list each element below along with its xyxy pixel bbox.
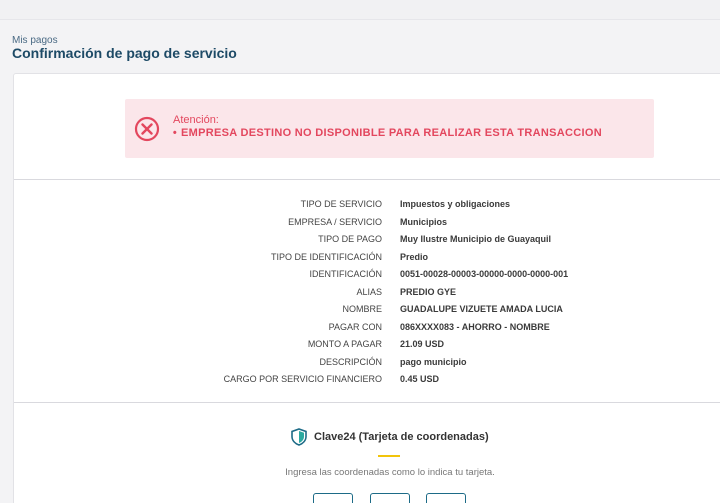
detail-label: ALIAS — [356, 286, 382, 297]
alert-message: • EMPRESA DESTINO NO DISPONIBLE PARA REAL… — [169, 127, 602, 139]
error-alert: Atención: • EMPRESA DESTINO NO DISPONIBLE… — [125, 99, 654, 158]
detail-label: MONTO A PAGAR — [307, 339, 382, 349]
detail-value: pago municipio — [400, 356, 467, 367]
detail-label: NOMBRE — [342, 304, 382, 314]
accent-underline — [378, 455, 400, 457]
detail-label: DESCRIPCIÓN — [319, 356, 382, 367]
detail-label: PAGAR CON — [328, 321, 382, 332]
detail-row: NOMBRE GUADALUPE VIZUETE AMADA LUCIA — [14, 303, 720, 320]
clave24-title: Clave24 (Tarjeta de coordenadas) — [314, 431, 489, 443]
shield-icon — [291, 428, 307, 446]
detail-label: TIPO DE IDENTIFICACIÓN — [270, 251, 382, 262]
error-circle-x-icon — [134, 116, 160, 142]
confirmation-card: Atención: • EMPRESA DESTINO NO DISPONIBLE… — [13, 73, 720, 503]
detail-value: Municipios — [400, 216, 447, 227]
detail-row: MONTO A PAGAR 21.09 USD — [14, 338, 720, 355]
detail-value: Muy Ilustre Municipio de Guayaquil — [400, 234, 552, 244]
clave24-hint: Ingresa las coordenadas como lo indica t… — [285, 467, 495, 478]
divider — [14, 179, 720, 180]
detail-row: CARGO POR SERVICIO FINANCIERO 0.45 USD — [14, 373, 720, 390]
page-title: Confirmación de pago de servicio — [12, 45, 237, 61]
alert-title: Atención: — [173, 114, 219, 126]
detail-row: PAGAR CON 086XXXX083 - AHORRO - NOMBRE — [14, 321, 720, 338]
detail-value: GUADALUPE VIZUETE AMADA LUCIA — [400, 304, 563, 314]
detail-row: DESCRIPCIÓN pago municipio — [14, 356, 720, 373]
detail-value: 0.45 USD — [400, 374, 440, 384]
detail-row: EMPRESA / SERVICIO Municipios — [14, 216, 720, 233]
coordinate-input-3[interactable] — [426, 493, 466, 503]
detail-row: TIPO DE SERVICIO Impuestos y obligacione… — [14, 198, 720, 215]
clave24-header: Clave24 (Tarjeta de coordenadas) — [290, 428, 489, 446]
detail-value: 21.09 USD — [400, 339, 445, 349]
detail-value: Impuestos y obligaciones — [400, 199, 511, 209]
detail-row: TIPO DE PAGO Muy Ilustre Municipio de Gu… — [14, 233, 720, 250]
detail-label: TIPO DE SERVICIO — [300, 199, 382, 209]
detail-label: IDENTIFICACIÓN — [309, 269, 382, 279]
bullet-icon: • — [172, 127, 178, 139]
top-bar — [0, 0, 720, 20]
divider — [14, 402, 720, 403]
detail-value: PREDIO GYE — [400, 286, 457, 297]
detail-row: TIPO DE IDENTIFICACIÓN Predio — [14, 251, 720, 268]
detail-value: Predio — [400, 251, 429, 262]
detail-row: ALIAS PREDIO GYE — [14, 286, 720, 303]
detail-value: 0051-00028-00003-00000-0000-0000-001 — [400, 269, 569, 279]
coordinate-input-1[interactable] — [313, 493, 353, 503]
detail-label: CARGO POR SERVICIO FINANCIERO — [223, 374, 382, 384]
detail-label: TIPO DE PAGO — [318, 234, 382, 244]
detail-label: EMPRESA / SERVICIO — [288, 216, 382, 227]
detail-row: IDENTIFICACIÓN 0051-00028-00003-00000-00… — [14, 268, 720, 285]
alert-message-text: EMPRESA DESTINO NO DISPONIBLE PARA REALI… — [181, 127, 602, 139]
detail-value: 086XXXX083 - AHORRO - NOMBRE — [400, 321, 550, 332]
coordinate-input-2[interactable] — [370, 493, 410, 503]
